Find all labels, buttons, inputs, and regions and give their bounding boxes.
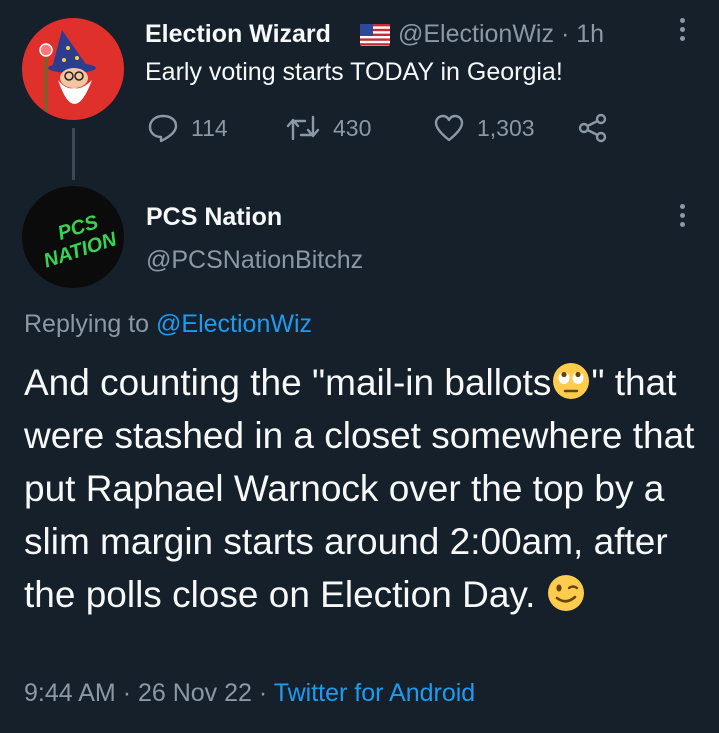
- wizard-avatar-image: [39, 30, 96, 112]
- tweet-time[interactable]: 9:44 AM: [24, 679, 116, 707]
- rolling-eyes-emoji-icon: [553, 363, 590, 399]
- parent-handle[interactable]: @ElectionWiz: [398, 20, 554, 48]
- pcs-nation-avatar[interactable]: PCS NATION: [22, 186, 124, 288]
- replying-to-line: Replying to @ElectionWiz: [24, 310, 312, 339]
- parent-handle-and-time[interactable]: @ElectionWiz · 1h: [398, 20, 604, 49]
- reply-text-part1: And counting the "mail-in ballots: [24, 362, 552, 403]
- retweet-icon: [286, 115, 320, 141]
- more-dot-icon: [679, 204, 685, 209]
- reply-count: 114: [191, 114, 228, 141]
- replying-prefix: Replying to: [24, 310, 150, 338]
- election-wizard-avatar[interactable]: [22, 18, 124, 120]
- tweet-meta-line: 9:44 AM · 26 Nov 22 · Twitter for Androi…: [24, 679, 476, 707]
- share-action-button[interactable]: [577, 113, 621, 143]
- winking-face-emoji-icon: [547, 575, 584, 611]
- parent-more-button[interactable]: [672, 18, 692, 48]
- heart-icon: [434, 114, 464, 142]
- more-dot-icon: [679, 18, 685, 23]
- reply-display-name[interactable]: PCS Nation: [146, 203, 282, 232]
- reply-tweet-text: And counting the "mail-in ballots " that…: [24, 356, 704, 621]
- parent-display-name[interactable]: Election Wizard: [145, 20, 331, 49]
- reply-action-button[interactable]: 114: [147, 113, 228, 143]
- share-icon: [578, 113, 607, 143]
- parent-tweet-text: Early voting starts TODAY in Georgia!: [145, 58, 563, 86]
- reply-icon: [148, 114, 178, 143]
- retweet-count: 430: [333, 114, 372, 141]
- reply-handle[interactable]: @PCSNationBitchz: [146, 246, 363, 275]
- reply-more-button[interactable]: [672, 204, 692, 234]
- tweet-date[interactable]: 26 Nov 22: [138, 679, 252, 707]
- thread-connector-line: [72, 128, 75, 180]
- us-flag-icon: [360, 24, 390, 46]
- tweet-source-link[interactable]: Twitter for Android: [274, 679, 475, 707]
- parent-time[interactable]: · 1h: [561, 20, 604, 48]
- like-count: 1,303: [477, 114, 535, 141]
- replying-mention-link[interactable]: @ElectionWiz: [156, 310, 312, 338]
- pcs-avatar-image: PCS NATION: [41, 211, 120, 273]
- like-action-button[interactable]: 1,303: [433, 113, 535, 143]
- retweet-action-button[interactable]: 430: [285, 113, 371, 143]
